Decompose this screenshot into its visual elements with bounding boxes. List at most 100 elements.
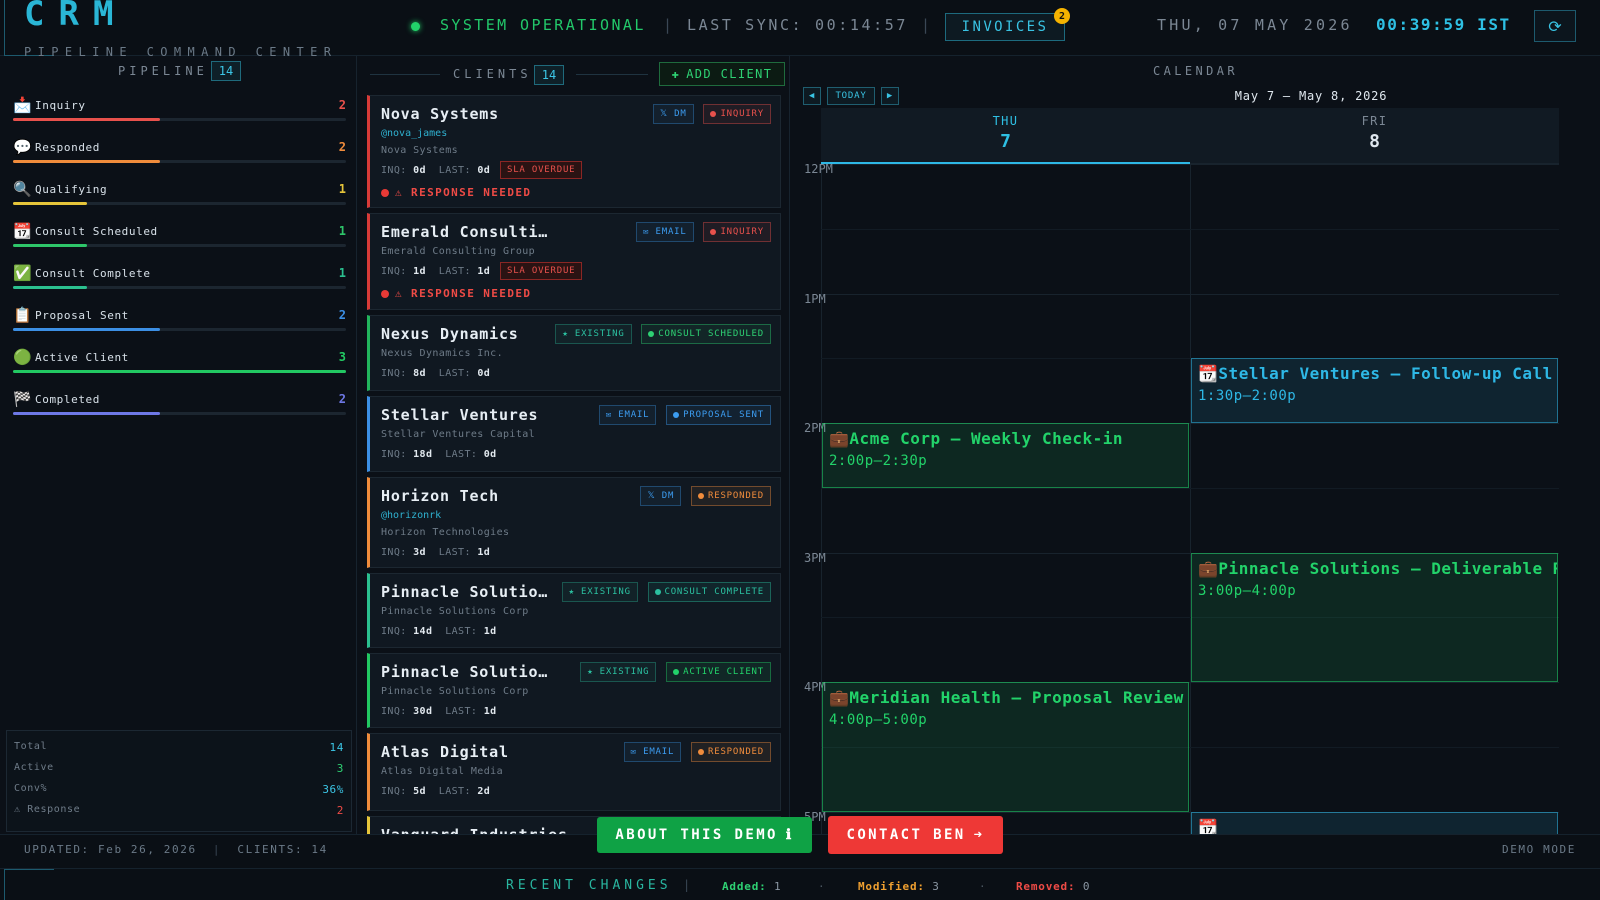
about-demo-button[interactable]: ABOUT THIS DEMO ℹ (597, 817, 812, 853)
client-name: Atlas Digital (381, 743, 509, 761)
app-logo: CRM (24, 0, 128, 34)
stage-icon: 💬 (13, 138, 32, 156)
stage-badge-label: RESPONDED (708, 491, 764, 501)
source-badge: ★ EXISTING (580, 662, 657, 682)
day-header[interactable]: THU 7 (821, 108, 1190, 164)
recent-modified: Modified: 3 (858, 880, 940, 893)
last-sync: LAST SYNC: 00:14:57 (687, 16, 908, 34)
calendar-prev-button[interactable]: ◀ (803, 87, 821, 105)
event-time: 3:00p–4:00p (1198, 582, 1297, 599)
stat-value: 36% (322, 783, 344, 796)
inq-age: 30d (413, 706, 433, 717)
client-card[interactable]: Stellar Ventures Stellar Ventures Capital… (367, 396, 781, 472)
stage-count: 1 (338, 224, 346, 238)
stage-icon: 🏁 (13, 390, 32, 408)
day-column[interactable] (1190, 164, 1559, 834)
client-card[interactable]: Nova Systems @nova_james Nova Systems INQ: … (367, 95, 781, 208)
pipeline-stage[interactable]: 🏁 Completed 2 (13, 390, 346, 424)
client-meta: INQ: 14d LAST: 1d (381, 626, 497, 637)
pipeline-stage[interactable]: 🟢 Active Client 3 (13, 348, 346, 382)
stage-dot-icon (710, 229, 717, 235)
recent-dot: · (818, 880, 825, 893)
stage-count: 3 (338, 350, 346, 364)
calendar-event[interactable]: 💼Pinnacle Solutions — Deliverable R… 3:00… (1191, 552, 1558, 682)
stage-badge: CONSULT SCHEDULED (641, 324, 771, 344)
client-card[interactable]: Pinnacle Solutions Pinnacle Solutions Cor… (367, 653, 781, 728)
client-card[interactable]: Nexus Dynamics Nexus Dynamics Inc. INQ: 8d… (367, 315, 781, 391)
contact-button[interactable]: CONTACT BEN ➜ (828, 816, 1003, 854)
client-name: Horizon Tech (381, 487, 499, 505)
info-icon: ℹ (785, 827, 794, 843)
day-number: 7 (1000, 131, 1011, 152)
pipeline-stage[interactable]: ✅ Consult Complete 1 (13, 264, 346, 298)
inq-age: 14d (413, 626, 433, 637)
source-badge: 𝕏 DM (652, 104, 694, 124)
stage-dot-icon (648, 331, 655, 337)
calendar-next-button[interactable]: ▶ (881, 87, 899, 105)
client-card[interactable]: Pinnacle Solutions Pinnacle Solutions Cor… (367, 573, 781, 648)
source-badge: ✉ EMAIL (623, 742, 682, 762)
client-card[interactable]: Atlas Digital Atlas Digital Media INQ: 5d … (367, 733, 781, 811)
pipeline-stage[interactable]: 📩 Inquiry 2 (13, 96, 346, 130)
stat-row: Total 14 (14, 741, 344, 759)
client-handle[interactable]: @nova_james (381, 128, 447, 139)
stage-count: 1 (338, 266, 346, 280)
stage-badge: INQUIRY (703, 104, 771, 124)
pipeline-stage[interactable]: 🔍 Qualifying 1 (13, 180, 346, 214)
stage-progress-track (13, 328, 346, 331)
recent-dot: · (979, 880, 986, 893)
pipeline-stage[interactable]: 💬 Responded 2 (13, 138, 346, 172)
calendar-event[interactable]: 📆Stellar Ventures — Follow-up Call 1:30p–… (1191, 358, 1558, 423)
calendar-event[interactable]: 💼Acme Corp — Weekly Check-in 2:00p–2:30p (822, 423, 1189, 488)
stage-dot-icon (698, 493, 705, 499)
add-client-button[interactable]: ✚ ADD CLIENT (659, 62, 785, 86)
client-meta: INQ: 18d LAST: 0d (381, 449, 497, 460)
event-time: 4:00p–5:00p (829, 712, 928, 728)
stat-label: Total (14, 741, 48, 752)
alert-dot-icon (381, 289, 389, 298)
hour-label: 3PM (804, 550, 826, 565)
client-company: Pinnacle Solutions Corp (381, 606, 529, 617)
stat-label: Active (14, 762, 54, 773)
last-contact-age: 1d (483, 706, 497, 717)
day-header[interactable]: FRI 8 (1190, 108, 1559, 164)
divider (370, 74, 440, 75)
last-contact-age: 1d (477, 547, 491, 558)
inq-age: 18d (413, 449, 433, 460)
client-company: Horizon Technologies (381, 527, 510, 538)
system-status: SYSTEM OPERATIONAL (440, 16, 646, 34)
stage-label: Consult Scheduled (35, 225, 158, 238)
pipeline-title: PIPELINE (118, 64, 208, 78)
invoices-button[interactable]: INVOICES (945, 13, 1065, 41)
last-contact-age: 0d (483, 449, 497, 460)
header-separator: | (921, 16, 931, 34)
day-name: THU (992, 114, 1019, 128)
stage-label: Consult Complete (35, 267, 151, 280)
client-meta: INQ: 0d LAST: 0d (381, 165, 491, 176)
stage-badge-label: CONSULT SCHEDULED (658, 329, 764, 339)
calendar-event[interactable]: 📆 (1191, 811, 1558, 834)
stage-icon: 📩 (13, 96, 32, 114)
event-title: 💼Pinnacle Solutions — Deliverable R… (1198, 558, 1558, 578)
refresh-button[interactable]: ⟳ (1534, 10, 1576, 42)
recent-added: Added: 1 (722, 880, 782, 893)
stat-row: ⚠ Response 2 (14, 804, 344, 822)
recent-changes-title: RECENT CHANGES (506, 878, 672, 893)
client-card[interactable]: Horizon Tech @horizonrk Horizon Technologi… (367, 477, 781, 568)
client-name: Nova Systems (381, 105, 499, 123)
pipeline-stage[interactable]: 📆 Consult Scheduled 1 (13, 222, 346, 256)
client-handle[interactable]: @horizonrk (381, 510, 441, 521)
calendar-today-button[interactable]: TODAY (827, 87, 875, 105)
response-needed-text: ⚠ RESPONSE NEEDED (395, 287, 532, 300)
event-title-text: Pinnacle Solutions — Deliverable R… (1218, 558, 1558, 578)
pipeline-stage[interactable]: 📋 Proposal Sent 2 (13, 306, 346, 340)
about-demo-label: ABOUT THIS DEMO (615, 827, 778, 843)
client-name: Stellar Ventures (381, 406, 539, 424)
calendar-event[interactable]: 💼Meridian Health — Proposal Review 4:00p–… (822, 682, 1189, 812)
inq-age: 1d (413, 266, 426, 277)
last-contact-age: 0d (477, 165, 491, 176)
client-card[interactable]: Emerald Consulting Emerald Consulting Gro… (367, 213, 781, 310)
stage-badge: CONSULT COMPLETE (647, 582, 771, 602)
client-name: Pinnacle Solutions (381, 663, 556, 681)
updated-date: UPDATED: Feb 26, 2026 (24, 843, 197, 856)
